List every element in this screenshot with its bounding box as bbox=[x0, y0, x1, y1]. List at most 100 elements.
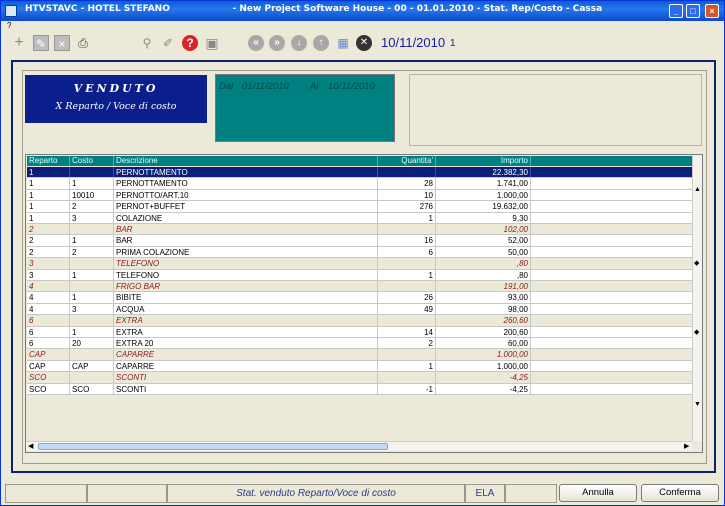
print-icon[interactable]: ⎙ bbox=[75, 35, 91, 51]
cell-filler bbox=[531, 167, 693, 177]
calculator-icon[interactable]: ▦ bbox=[335, 35, 351, 51]
page-number: 1 bbox=[450, 38, 456, 49]
cell-costo: 1 bbox=[70, 178, 114, 189]
cell-costo: 10010 bbox=[70, 189, 114, 201]
down-record-icon[interactable]: ↓ bbox=[291, 35, 307, 51]
table-row[interactable]: 1 1 PERNOTTAMENTO 28 1.741,00 bbox=[27, 178, 693, 190]
cell-reparto: 1 bbox=[27, 189, 70, 201]
table-group-row[interactable]: SCO SCONTI -4,25 bbox=[27, 372, 693, 384]
grid-header: Reparto Costo Descrizione Quantita' Impo… bbox=[27, 156, 693, 166]
cell-reparto: CAP bbox=[27, 360, 70, 372]
cell-filler bbox=[531, 315, 693, 325]
scroll-down-icon[interactable]: ▼ bbox=[694, 401, 701, 408]
table-row[interactable]: CAP CAP CAPARRE 1 1.000,00 bbox=[27, 360, 693, 373]
cell-descr: EXTRA bbox=[114, 315, 378, 326]
scroll-mid2-icon[interactable]: ◆ bbox=[694, 328, 699, 336]
cell-costo bbox=[70, 224, 114, 235]
to-label: Al bbox=[310, 81, 319, 92]
cell-descr: CAPARRE bbox=[114, 360, 378, 372]
scroll-right-icon[interactable]: ▶ bbox=[684, 442, 689, 452]
col-quantita[interactable]: Quantita' bbox=[378, 156, 436, 166]
cell-reparto: SCO bbox=[27, 372, 70, 383]
save-icon[interactable]: ▣ bbox=[204, 35, 220, 51]
eraser-icon[interactable]: ✐ bbox=[160, 35, 176, 51]
cell-importo: -4,25 bbox=[436, 372, 531, 383]
cell-importo: -4,25 bbox=[436, 383, 531, 394]
period-box: Dal 01/11/2010 Al 10/11/2010 bbox=[215, 74, 395, 142]
cell-costo bbox=[70, 315, 114, 326]
vertical-scrollbar[interactable]: ▲ ◆ ◆ ▼ bbox=[692, 155, 702, 441]
minimize-button[interactable]: _ bbox=[669, 4, 683, 18]
cell-qta bbox=[378, 258, 436, 269]
up-record-icon[interactable]: ↑ bbox=[313, 35, 329, 51]
cell-reparto: 1 bbox=[27, 201, 70, 212]
table-row[interactable]: 2 1 BAR 16 52,00 bbox=[27, 235, 693, 247]
cell-costo: CAP bbox=[70, 360, 114, 372]
table-group-row[interactable]: 4 FRIGO BAR 191,00 bbox=[27, 281, 693, 293]
maximize-button[interactable]: □ bbox=[686, 4, 700, 18]
edit-icon[interactable]: ✎ bbox=[33, 35, 49, 51]
search-icon[interactable]: ⚲ bbox=[139, 35, 155, 51]
cell-reparto: 4 bbox=[27, 292, 70, 303]
table-group-row[interactable]: 2 BAR 102,00 bbox=[27, 224, 693, 236]
table-row[interactable]: 6 1 EXTRA 14 200,60 bbox=[27, 326, 693, 338]
toolbar: + ✎ × ⎙ ⚲ ✐ ? ▣ « » ↓ ↑ ▦ ✕ bbox=[1, 31, 724, 55]
cell-descr: PERNOT+BUFFET bbox=[114, 201, 378, 212]
cell-descr: SCONTI bbox=[114, 372, 378, 383]
scroll-up-icon[interactable]: ▲ bbox=[694, 186, 701, 193]
help-icon[interactable]: ? bbox=[182, 35, 198, 51]
table-row[interactable]: 1 2 PERNOT+BUFFET 276 19.632,00 bbox=[27, 201, 693, 213]
cell-qta: 1 bbox=[378, 360, 436, 372]
table-group-row[interactable]: 3 TELEFONO ,80 bbox=[27, 258, 693, 270]
first-record-icon[interactable]: « bbox=[248, 35, 264, 51]
cell-descr: ACQUA bbox=[114, 303, 378, 315]
scroll-mid-icon[interactable]: ◆ bbox=[694, 259, 699, 267]
delete-icon[interactable]: × bbox=[54, 35, 70, 51]
status-bar: Stat. venduto Reparto/Voce di costo ELA … bbox=[1, 482, 724, 505]
cell-filler bbox=[531, 384, 693, 394]
table-row[interactable]: 2 2 PRIMA COLAZIONE 6 50,00 bbox=[27, 246, 693, 259]
col-importo[interactable]: Importo bbox=[436, 156, 531, 166]
current-date: 10/11/2010 bbox=[381, 35, 446, 50]
menu-help[interactable]: ? bbox=[7, 21, 11, 30]
confirm-button[interactable]: Conferma bbox=[641, 484, 719, 502]
cell-qta: 276 bbox=[378, 201, 436, 212]
cell-filler bbox=[531, 213, 693, 223]
table-row[interactable]: 3 1 TELEFONO 1,80 bbox=[27, 269, 693, 281]
cell-descr: COLAZIONE bbox=[114, 212, 378, 223]
cell-reparto: 6 bbox=[27, 326, 70, 337]
title-bar[interactable]: HTVSTAVC - HOTEL STEFANO - New Project S… bbox=[1, 1, 724, 21]
cell-descr: PERNOTTAMENTO bbox=[114, 178, 378, 189]
close-button[interactable]: × bbox=[705, 4, 719, 18]
scroll-left-icon[interactable]: ◀ bbox=[28, 442, 33, 452]
add-icon[interactable]: + bbox=[11, 35, 27, 51]
cell-qta: -1 bbox=[378, 383, 436, 394]
table-row[interactable]: SCO SCO SCONTI -1 -4,25 bbox=[27, 383, 693, 395]
scroll-thumb[interactable] bbox=[38, 443, 388, 450]
table-row[interactable]: 4 1 BIBITE 26 93,00 bbox=[27, 292, 693, 304]
table-row[interactable]: 1 10010 PERNOTTO/ART.10 10 1.000,00 bbox=[27, 189, 693, 202]
next-record-icon[interactable]: » bbox=[269, 35, 285, 51]
col-reparto[interactable]: Reparto bbox=[27, 156, 70, 166]
col-descrizione[interactable]: Descrizione bbox=[114, 156, 378, 166]
cell-importo: 52,00 bbox=[436, 235, 531, 246]
exit-icon[interactable]: ✕ bbox=[356, 35, 372, 51]
col-costo[interactable]: Costo bbox=[70, 156, 114, 166]
cell-descr: TELEFONO bbox=[114, 269, 378, 280]
table-row[interactable]: 4 3 ACQUA 49 98,00 bbox=[27, 303, 693, 316]
cancel-button[interactable]: Annulla bbox=[559, 484, 637, 502]
cell-importo: 22.382,30 bbox=[436, 167, 531, 178]
cell-filler bbox=[531, 224, 693, 234]
report-grid[interactable]: Reparto Costo Descrizione Quantita' Impo… bbox=[25, 154, 703, 453]
cell-costo: 1 bbox=[70, 235, 114, 246]
cell-qta bbox=[378, 315, 436, 326]
table-group-row[interactable]: 1 PERNOTTAMENTO 22.382,30 bbox=[27, 167, 693, 179]
cell-qta bbox=[378, 167, 436, 178]
table-group-row[interactable]: 6 EXTRA 260,60 bbox=[27, 315, 693, 327]
cell-filler bbox=[531, 281, 693, 291]
table-group-row[interactable]: CAP CAPARRE 1.000,00 bbox=[27, 349, 693, 361]
cell-qta: 16 bbox=[378, 235, 436, 246]
table-row[interactable]: 1 3 COLAZIONE 1 9,30 bbox=[27, 212, 693, 224]
horizontal-scrollbar[interactable]: ◀ ▶ bbox=[26, 441, 692, 451]
table-row[interactable]: 6 20 EXTRA 20 2 60,00 bbox=[27, 338, 693, 350]
